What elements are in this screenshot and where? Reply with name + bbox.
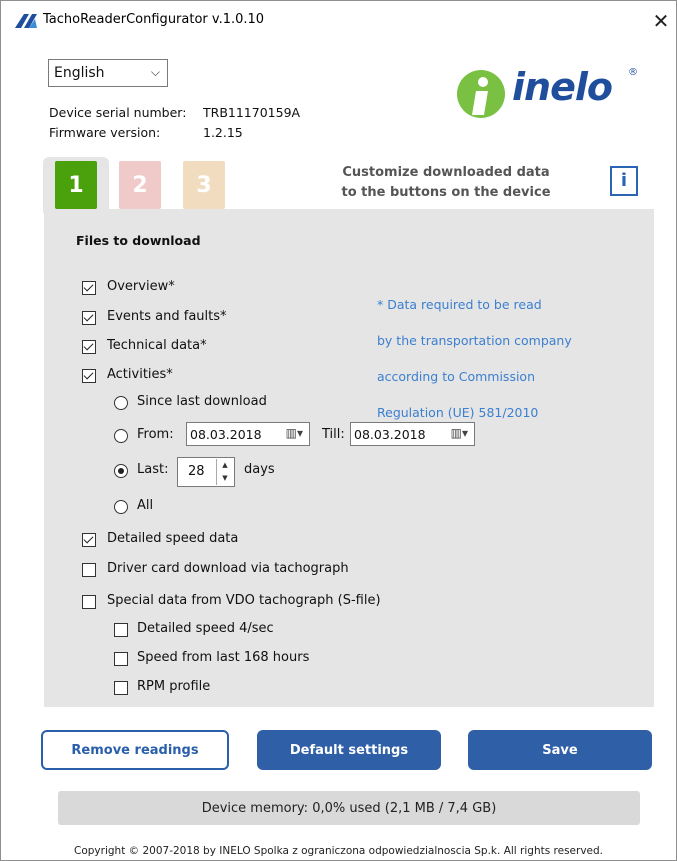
app-window: TachoReaderConfigurator v.1.0.10 ✕ Engli…	[0, 0, 677, 861]
from-date-value: 08.03.2018	[190, 427, 262, 442]
speed-4sec-checkbox[interactable]	[114, 623, 128, 637]
language-select-value: English	[54, 65, 105, 81]
firmware-version-value: 1.2.15	[203, 125, 243, 140]
note-line: by the transportation company	[377, 333, 572, 348]
copyright-footer: Copyright © 2007-2018 by INELO Spolka z …	[74, 845, 603, 857]
tab-1[interactable]: 1	[55, 161, 97, 209]
last-label: Last:	[137, 462, 169, 477]
last-days-stepper[interactable]: 28 ▲ ▼	[177, 457, 235, 487]
header-caption-line2: to the buttons on the device	[341, 185, 551, 200]
days-label: days	[244, 462, 275, 477]
driver-card-checkbox[interactable]	[82, 563, 96, 577]
activities-checkbox[interactable]	[82, 369, 96, 383]
all-radio[interactable]	[114, 500, 128, 514]
required-data-note: * Data required to be read by the transp…	[377, 278, 572, 440]
chevron-down-icon: ⌵	[150, 65, 160, 79]
technical-data-checkbox[interactable]	[82, 340, 96, 354]
header-caption: Customize downloaded data to the buttons…	[331, 163, 561, 203]
from-label: From:	[137, 427, 174, 442]
registered-mark: ®	[628, 67, 638, 78]
header-caption-line1: Customize downloaded data	[342, 165, 550, 180]
overview-label: Overview*	[107, 279, 175, 294]
firmware-version-label: Firmware version:	[49, 125, 161, 140]
window-title: TachoReaderConfigurator v.1.0.10	[43, 12, 265, 27]
serial-number-value: TRB11170159A	[203, 105, 301, 120]
inelo-logo: inelo ®	[456, 65, 646, 121]
events-faults-label: Events and faults*	[107, 309, 227, 324]
events-faults-checkbox[interactable]	[82, 311, 96, 325]
detailed-speed-label: Detailed speed data	[107, 531, 239, 546]
stepper-arrows-icon[interactable]: ▲ ▼	[216, 459, 233, 485]
speed-168h-label: Speed from last 168 hours	[137, 650, 310, 665]
note-line: * Data required to be read	[377, 297, 542, 312]
inelo-logo-mark	[457, 70, 505, 118]
calendar-dropdown-icon[interactable]: ▥▾	[286, 426, 303, 440]
title-bar: TachoReaderConfigurator v.1.0.10 ✕	[1, 1, 676, 41]
tacho-app-icon	[15, 14, 37, 28]
remove-readings-button[interactable]: Remove readings	[41, 730, 229, 770]
serial-number-label: Device serial number:	[49, 105, 187, 120]
till-label: Till:	[322, 427, 345, 442]
device-memory-bar: Device memory: 0,0% used (2,1 MB / 7,4 G…	[58, 791, 640, 825]
save-button[interactable]: Save	[468, 730, 652, 770]
default-settings-button[interactable]: Default settings	[257, 730, 441, 770]
detailed-speed-checkbox[interactable]	[82, 533, 96, 547]
inelo-logo-text: inelo	[512, 65, 613, 109]
activities-label: Activities*	[107, 367, 173, 382]
special-vdo-checkbox[interactable]	[82, 595, 96, 609]
device-memory-text: Device memory: 0,0% used (2,1 MB / 7,4 G…	[201, 800, 497, 816]
overview-checkbox[interactable]	[82, 281, 96, 295]
till-date-value: 08.03.2018	[354, 427, 426, 442]
note-line: Regulation (UE) 581/2010	[377, 405, 539, 420]
from-till-radio[interactable]	[114, 429, 128, 443]
tab-2[interactable]: 2	[119, 161, 161, 209]
last-days-value: 28	[188, 464, 205, 479]
files-to-download-title: Files to download	[76, 233, 201, 248]
since-last-download-radio[interactable]	[114, 396, 128, 410]
last-days-radio[interactable]	[114, 464, 128, 478]
calendar-dropdown-icon[interactable]: ▥▾	[451, 426, 468, 440]
speed-168h-checkbox[interactable]	[114, 652, 128, 666]
since-last-download-label: Since last download	[137, 394, 267, 409]
note-line: according to Commission	[377, 369, 536, 384]
all-label: All	[137, 498, 154, 513]
technical-data-label: Technical data*	[107, 338, 207, 353]
tab-3[interactable]: 3	[183, 161, 225, 209]
from-date-picker[interactable]: 08.03.2018 ▥▾	[186, 422, 310, 446]
till-date-picker[interactable]: 08.03.2018 ▥▾	[350, 422, 475, 446]
close-icon[interactable]: ✕	[647, 7, 675, 35]
language-select[interactable]: English ⌵	[48, 59, 168, 87]
rpm-profile-label: RPM profile	[137, 679, 211, 694]
rpm-profile-checkbox[interactable]	[114, 681, 128, 695]
special-vdo-label: Special data from VDO tachograph (S-file…	[107, 593, 381, 608]
info-button[interactable]: i	[610, 166, 638, 196]
driver-card-label: Driver card download via tachograph	[107, 561, 349, 576]
speed-4sec-label: Detailed speed 4/sec	[137, 621, 274, 636]
